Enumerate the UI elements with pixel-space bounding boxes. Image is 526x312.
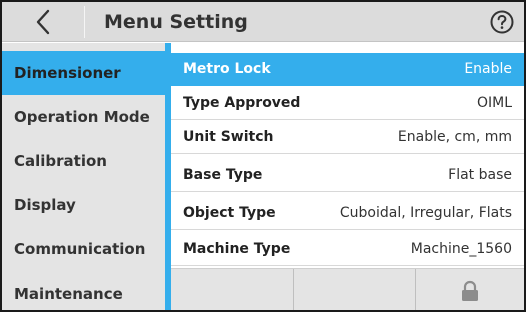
setting-label: Base Type xyxy=(183,167,263,183)
header-divider xyxy=(84,6,85,38)
question-circle-icon xyxy=(490,10,514,34)
setting-row-object-type[interactable]: Object Type Cuboidal, Irregular, Flats xyxy=(171,197,524,230)
header-bar: Menu Setting xyxy=(2,2,524,42)
softkey-2-button[interactable] xyxy=(293,269,415,310)
lock-button[interactable] xyxy=(415,269,524,310)
sidebar-item-calibration[interactable]: Calibration xyxy=(2,139,165,183)
sidebar-item-communication[interactable]: Communication xyxy=(2,227,165,271)
sidebar-item-operation-mode[interactable]: Operation Mode xyxy=(2,95,165,139)
lock-icon xyxy=(462,280,478,301)
chevron-left-icon xyxy=(36,9,50,35)
help-button[interactable] xyxy=(490,10,514,34)
setting-label: Object Type xyxy=(183,205,276,221)
back-button[interactable] xyxy=(2,2,84,42)
sidebar-item-display[interactable]: Display xyxy=(2,183,165,227)
page-title: Menu Setting xyxy=(104,11,248,33)
setting-value: Enable xyxy=(464,61,512,77)
setting-row-base-type[interactable]: Base Type Flat base xyxy=(171,159,524,192)
screen: Menu Setting Dimensioner Operation Mode … xyxy=(0,0,526,312)
setting-label: Metro Lock xyxy=(183,61,271,77)
setting-value: Flat base xyxy=(448,167,512,183)
setting-value: Cuboidal, Irregular, Flats xyxy=(339,205,512,221)
setting-value: OIML xyxy=(476,95,512,111)
setting-row-machine-type[interactable]: Machine Type Machine_1560 xyxy=(171,233,524,266)
sidebar-item-dimensioner[interactable]: Dimensioner xyxy=(2,51,165,95)
softkey-1-button[interactable] xyxy=(171,269,293,310)
setting-label: Type Approved xyxy=(183,95,301,111)
setting-value: Machine_1560 xyxy=(410,241,512,257)
sidebar-item-maintenance[interactable]: Maintenance xyxy=(2,272,165,310)
setting-label: Unit Switch xyxy=(183,129,274,145)
setting-row-type-approved[interactable]: Type Approved OIML xyxy=(171,87,524,120)
setting-row-unit-switch[interactable]: Unit Switch Enable, cm, mm xyxy=(171,121,524,154)
bottom-button-bar xyxy=(171,268,524,310)
setting-label: Machine Type xyxy=(183,241,291,257)
setting-row-metro-lock[interactable]: Metro Lock Enable xyxy=(171,53,524,86)
setting-value: Enable, cm, mm xyxy=(397,129,512,145)
sidebar: Dimensioner Operation Mode Calibration D… xyxy=(2,43,165,310)
